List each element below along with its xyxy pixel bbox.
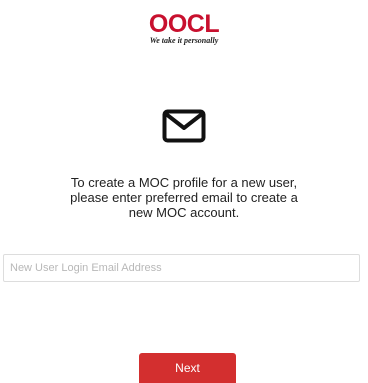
instruction-text: To create a MOC profile for a new user, … xyxy=(0,175,368,220)
next-button[interactable]: Next xyxy=(139,353,236,383)
new-user-email-input[interactable] xyxy=(3,254,360,282)
brand-logo: OOCL We take it personally xyxy=(0,10,368,46)
logo-wordmark: OOCL xyxy=(148,10,220,38)
envelope-icon xyxy=(162,109,206,143)
logo-tagline: We take it personally xyxy=(149,36,219,45)
instruction-line-2: please enter preferred email to create a xyxy=(70,190,298,205)
instruction-line-3: new MOC account. xyxy=(128,205,240,220)
instruction-line-1: To create a MOC profile for a new user, xyxy=(70,175,298,190)
